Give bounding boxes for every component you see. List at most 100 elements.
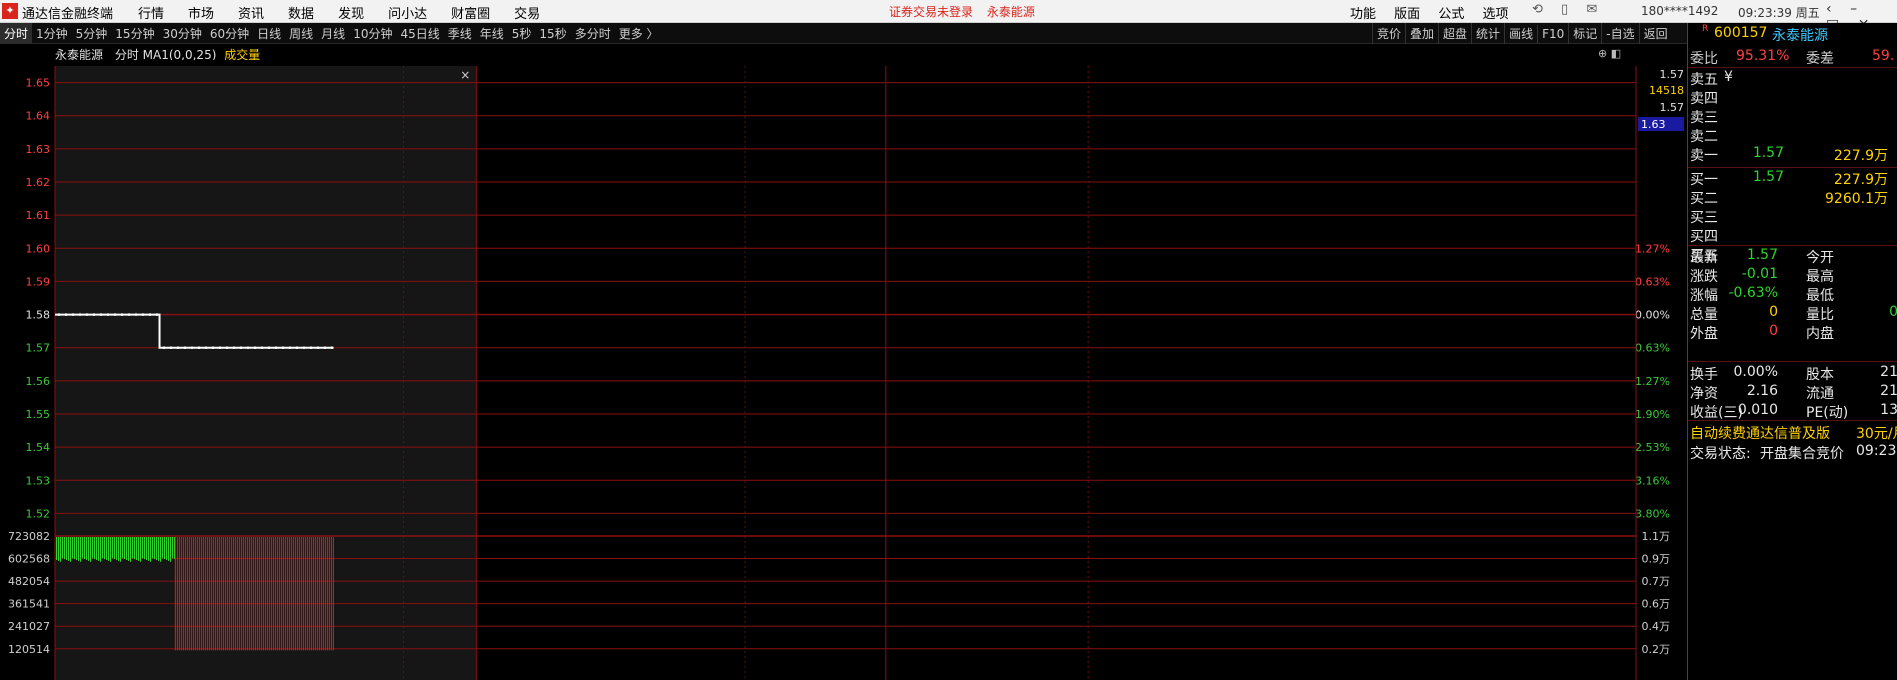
refresh-icon[interactable]: ⟲ [1532,2,1543,17]
period-tab-6[interactable]: 日线 [253,23,285,44]
sell-label: 卖三 [1690,110,1718,126]
volume-bar-up [286,537,288,651]
menu-item-xuanxiang[interactable]: 选项 [1482,7,1508,22]
volume-bar-down [152,537,153,559]
tool-tab-4[interactable]: 画线 [1504,23,1537,44]
tool-tab-7[interactable]: -自选 [1601,23,1638,44]
menu-item-zixun[interactable]: 资讯 [238,3,264,22]
back-icon[interactable]: ‹ [1826,1,1832,17]
volume-tick-label: 602568 [8,553,50,566]
price-tick-label: 1.59 [26,275,51,288]
add-indicator-icon[interactable]: ⊕ [1598,47,1607,60]
period-tab-2[interactable]: 5分钟 [72,23,112,44]
tool-tab-2[interactable]: 超盘 [1438,23,1471,44]
fund-row-2: 收益(三) 0.010 PE(动) 13 [1688,402,1897,421]
tool-tab-6[interactable]: 标记 [1568,23,1601,44]
minimize-icon[interactable]: – [1850,1,1857,17]
promo-row[interactable]: 自动续费通达信普及版 30元/月 [1688,423,1897,442]
price-tick-label: 1.65 [26,77,51,90]
period-tab-13[interactable]: 5秒 [508,23,536,44]
buy-row-2: 买二 9260.1万 [1688,188,1897,207]
intraday-chart[interactable]: 1.65 1.64 1.63 1.62 1.61 1.60 1.59 1.58 1.57 1.56… [0,60,1687,680]
price-dot [134,313,138,316]
period-tab-4[interactable]: 30分钟 [159,23,206,44]
volume-bar-up [188,537,190,651]
stat-label: 总量 [1690,307,1718,323]
volume-bar-up [182,537,184,651]
stat-label: 涨幅 [1690,288,1718,304]
fund-row-0: 换手 0.00% 股本 21 [1688,364,1897,383]
volume-bar-down [154,537,155,560]
volume-bar-down [156,537,157,561]
percent-tick-label: 1.27% [1635,242,1670,255]
login-status[interactable]: 证券交易未登录 [889,5,973,19]
volume-bar-down [74,537,75,560]
percent-tick-label: 1.90% [1635,408,1670,421]
menu-item-gongshi[interactable]: 公式 [1438,7,1464,22]
window-toggle-icon[interactable]: ◧ [1611,47,1621,60]
sell-row-1: 卖一 1.57 227.9万 [1688,145,1897,164]
volume-bar-up [294,537,296,651]
period-tab-8[interactable]: 月线 [317,23,349,44]
tool-tab-5[interactable]: F10 [1537,25,1568,43]
mail-icon[interactable]: ✉ [1586,2,1597,17]
period-tab-5[interactable]: 60分钟 [206,23,253,44]
weicha-label: 委差 [1806,51,1834,67]
menu-item-jiaoyi[interactable]: 交易 [514,3,540,22]
volume-bar-up [256,537,258,651]
menu-item-wenxiaoda[interactable]: 问小达 [388,3,427,22]
tool-tab-0[interactable]: 竞价 [1372,23,1405,44]
period-tab-16[interactable]: 更多 〉 [615,23,663,44]
period-tab-15[interactable]: 多分时 [571,23,615,44]
period-tab-10[interactable]: 45日线 [396,23,443,44]
buy-volume: 227.9万 [1833,172,1888,188]
period-tab-7[interactable]: 周线 [285,23,317,44]
volume-bar-down [76,537,77,561]
volume-bar-up [300,537,302,651]
period-tab-14[interactable]: 15秒 [535,23,570,44]
phone-icon[interactable]: ▯ [1561,2,1568,17]
fund-label2: PE(动) [1806,405,1849,421]
period-tab-9[interactable]: 10分钟 [349,23,396,44]
sell-price: 1.57 [1752,145,1784,161]
volume-bar-up [264,537,266,651]
volume-bar-up [250,537,252,651]
promo-text[interactable]: 自动续费通达信普及版 [1690,423,1830,443]
trade-status-row: 交易状态: 开盘集合竞价 09:23 [1688,443,1897,462]
stat-label2: 最高 [1806,269,1834,285]
volume-bar-down [78,537,79,561]
menu-item-caifuquan[interactable]: 财富圈 [451,3,490,22]
period-tab-0[interactable]: 分时 [0,23,33,44]
period-tab-3[interactable]: 15分钟 [111,23,158,44]
volume-bar-up [204,537,206,651]
account-id[interactable]: 180****1492 [1641,4,1718,18]
volume-right-label: 0.2万 [1642,643,1671,656]
tool-tab-3[interactable]: 统计 [1471,23,1504,44]
period-tab-12[interactable]: 年线 [476,23,508,44]
price-tick-label: 1.57 [26,342,51,355]
volume-bar-up [312,537,314,651]
volume-bar-up [270,537,272,651]
volume-bar-down [86,537,87,561]
volume-bar-down [122,537,123,559]
volume-right-label: 0.4万 [1642,620,1671,633]
stat-value2: 0 [1889,304,1897,320]
period-tab-1[interactable]: 1分钟 [32,23,72,44]
menu-item-banmian[interactable]: 版面 [1394,7,1420,22]
menu-item-shichang[interactable]: 市场 [188,3,214,22]
volume-bar-down [102,537,103,559]
buy-label: 买四 [1690,229,1718,245]
menu-item-hangqing[interactable]: 行情 [138,3,164,22]
buy-row-4: 买四 [1688,226,1897,245]
period-tab-11[interactable]: 季线 [444,23,476,44]
buy-volume: 9260.1万 [1825,191,1888,207]
volume-bar-down [100,537,101,562]
menu-bar: ✦ 通达信金融终端 行情 市场 资讯 数据 发现 问小达 财富圈 交易 证券交易… [0,0,1897,33]
stat-value: 0 [1769,323,1778,339]
menu-item-faxian[interactable]: 发现 [338,3,364,22]
menu-item-shuju[interactable]: 数据 [288,3,314,22]
tool-tab-8[interactable]: 返回 [1638,23,1672,44]
menu-item-gongneng[interactable]: 功能 [1350,7,1376,22]
app-name: 通达信金融终端 [22,7,114,22]
tool-tab-1[interactable]: 叠加 [1405,23,1438,44]
